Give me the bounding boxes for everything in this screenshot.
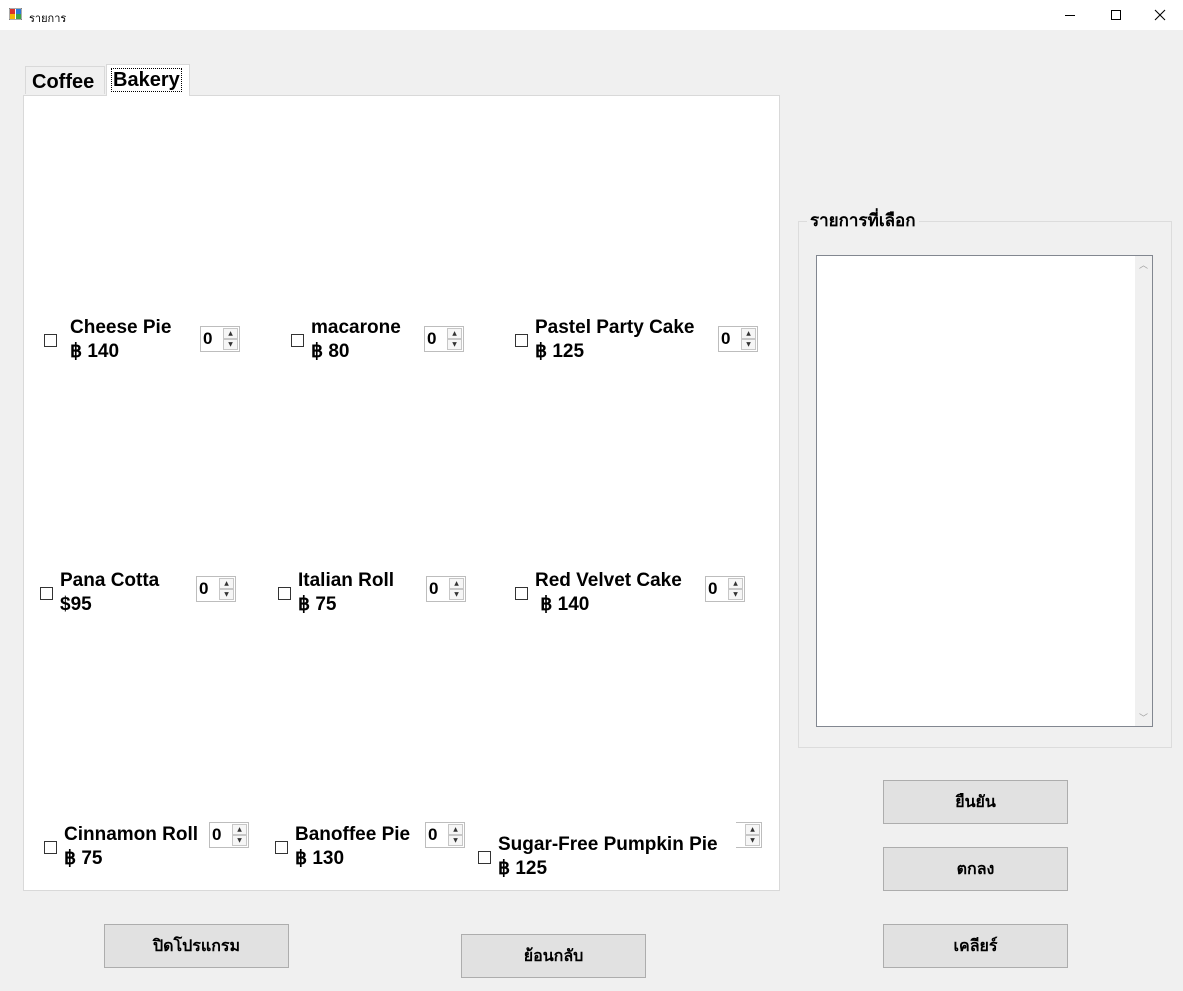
bakery-tab-page (23, 95, 780, 891)
ok-button[interactable]: ตกลง (883, 847, 1068, 891)
spin-down-icon[interactable]: ▼ (728, 589, 743, 600)
spin-down-icon[interactable]: ▼ (449, 589, 464, 600)
pana-cotta-qty[interactable]: 0 (199, 578, 208, 600)
spin-up-icon[interactable]: ▲ (223, 328, 238, 339)
red-velvet-cake-qty[interactable]: 0 (708, 578, 717, 600)
italian-roll-price: ฿ 75 (298, 594, 337, 615)
clear-button[interactable]: เคลียร์ (883, 924, 1068, 968)
banoffee-pie-price: ฿ 130 (295, 848, 345, 869)
cinnamon-roll-qty[interactable]: 0 (212, 824, 221, 846)
window-title: รายการ (29, 12, 67, 25)
italian-roll-qty[interactable]: 0 (429, 578, 438, 600)
spin-up-icon[interactable]: ▲ (448, 824, 463, 835)
spin-down-icon[interactable]: ▼ (448, 835, 463, 846)
spin-up-icon[interactable]: ▲ (232, 824, 247, 835)
minimize-icon (1065, 15, 1075, 16)
pastel-party-cake-price: ฿ 125 (535, 341, 585, 362)
cinnamon-roll-name: Cinnamon Roll (64, 824, 199, 845)
macarone-qty-stepper[interactable]: 0 ▲ ▼ (424, 326, 464, 352)
macarone-name: macarone (311, 317, 401, 338)
tab-bakery-label: Bakery (111, 68, 182, 92)
cinnamon-roll-price: ฿ 75 (64, 848, 103, 869)
sugar-free-pumpkin-pie-checkbox[interactable] (478, 851, 491, 864)
cinnamon-roll-qty-stepper[interactable]: 0 ▲ ▼ (209, 822, 249, 848)
banoffee-pie-qty-stepper[interactable]: 0 ▲ ▼ (425, 822, 465, 848)
back-button[interactable]: ย้อนกลับ (461, 934, 646, 978)
selected-items-title: รายการที่เลือก (807, 209, 919, 233)
tab-bakery[interactable]: Bakery (106, 64, 190, 96)
scroll-down-icon[interactable]: ﹀ (1135, 709, 1152, 726)
red-velvet-cake-price: ฿ 140 (535, 594, 590, 615)
spin-up-icon[interactable]: ▲ (728, 578, 743, 589)
spin-down-icon[interactable]: ▼ (447, 339, 462, 350)
banoffee-pie-qty[interactable]: 0 (428, 824, 437, 846)
cheese-pie-price: ฿ 140 (70, 341, 120, 362)
red-velvet-cake-checkbox[interactable] (515, 587, 528, 600)
cheese-pie-checkbox[interactable] (44, 334, 57, 347)
close-window-button[interactable] (1137, 0, 1183, 30)
pana-cotta-qty-stepper[interactable]: 0 ▲ ▼ (196, 576, 236, 602)
list-scrollbar[interactable]: ︿ ﹀ (1135, 256, 1152, 726)
pastel-party-cake-qty-stepper[interactable]: 0 ▲ ▼ (718, 326, 758, 352)
cinnamon-roll-checkbox[interactable] (44, 841, 57, 854)
red-velvet-cake-qty-stepper[interactable]: 0 ▲ ▼ (705, 576, 745, 602)
spin-up-icon[interactable]: ▲ (745, 824, 760, 835)
maximize-button[interactable] (1093, 0, 1139, 30)
selected-items-list[interactable]: ︿ ﹀ (816, 255, 1153, 727)
cheese-pie-qty[interactable]: 0 (203, 328, 212, 350)
pana-cotta-name: Pana Cotta (60, 570, 160, 591)
red-velvet-cake-name: Red Velvet Cake (535, 570, 682, 591)
macarone-checkbox[interactable] (291, 334, 304, 347)
sugar-free-pumpkin-pie-price: ฿ 125 (498, 858, 548, 879)
banoffee-pie-name: Banoffee Pie (295, 824, 411, 845)
spin-up-icon[interactable]: ▲ (219, 578, 234, 589)
maximize-icon (1111, 10, 1121, 20)
sugar-free-pumpkin-pie-qty-stepper[interactable]: ▲ ▼ (736, 822, 762, 848)
close-icon (1154, 9, 1166, 21)
spin-down-icon[interactable]: ▼ (232, 835, 247, 846)
tab-coffee-label: Coffee (32, 71, 95, 93)
pastel-party-cake-checkbox[interactable] (515, 334, 528, 347)
italian-roll-checkbox[interactable] (278, 587, 291, 600)
pastel-party-cake-qty[interactable]: 0 (721, 328, 730, 350)
spin-up-icon[interactable]: ▲ (449, 578, 464, 589)
pastel-party-cake-name: Pastel Party Cake (535, 317, 695, 338)
banoffee-pie-checkbox[interactable] (275, 841, 288, 854)
macarone-qty[interactable]: 0 (427, 328, 436, 350)
app-icon (9, 8, 22, 20)
tab-coffee[interactable]: Coffee (25, 66, 105, 94)
spin-down-icon[interactable]: ▼ (745, 835, 760, 846)
minimize-button[interactable] (1047, 0, 1093, 30)
spin-down-icon[interactable]: ▼ (219, 589, 234, 600)
italian-roll-name: Italian Roll (298, 570, 395, 591)
close-program-button[interactable]: ปิดโปรแกรม (104, 924, 289, 968)
spin-up-icon[interactable]: ▲ (447, 328, 462, 339)
spin-down-icon[interactable]: ▼ (741, 339, 756, 350)
macarone-price: ฿ 80 (311, 341, 350, 362)
scroll-up-icon[interactable]: ︿ (1135, 256, 1152, 273)
title-bar: รายการ (0, 0, 1183, 30)
confirm-button[interactable]: ยืนยัน (883, 780, 1068, 824)
pana-cotta-price: $95 (60, 594, 92, 615)
cheese-pie-qty-stepper[interactable]: 0 ▲ ▼ (200, 326, 240, 352)
sugar-free-pumpkin-pie-name: Sugar-Free Pumpkin Pie (498, 834, 718, 855)
pana-cotta-checkbox[interactable] (40, 587, 53, 600)
spin-down-icon[interactable]: ▼ (223, 339, 238, 350)
cheese-pie-name: Cheese Pie (70, 317, 172, 338)
spin-up-icon[interactable]: ▲ (741, 328, 756, 339)
italian-roll-qty-stepper[interactable]: 0 ▲ ▼ (426, 576, 466, 602)
